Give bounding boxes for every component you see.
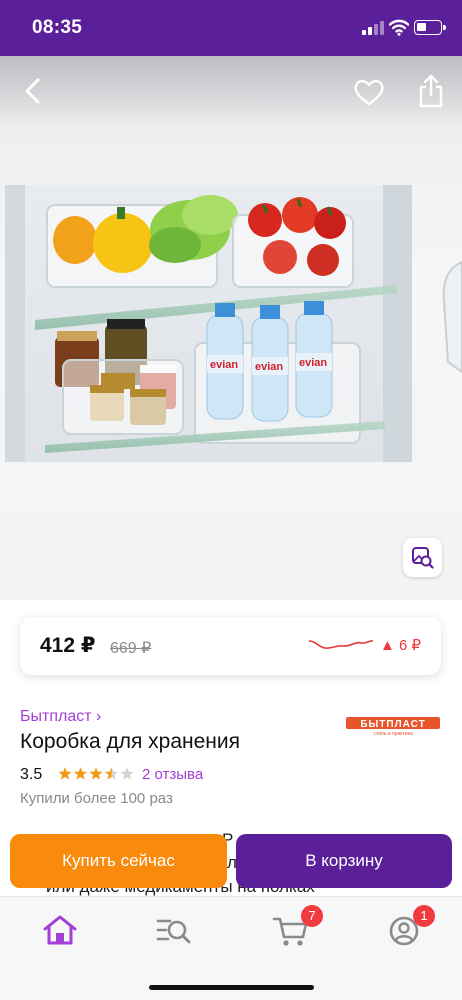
add-to-cart-button[interactable]: В корзину [236, 834, 452, 888]
rating-star [120, 767, 134, 780]
battery-icon [414, 20, 446, 35]
rating-star [73, 767, 88, 780]
favorite-button[interactable] [352, 76, 386, 108]
catalog-search-icon[interactable] [154, 911, 194, 951]
brand-logo[interactable]: БЫТПЛАСТ стиль и практика [346, 716, 440, 736]
product-title: Коробка для хранения [20, 730, 241, 753]
profile-badge: 1 [413, 905, 435, 927]
svg-text:evian: evian [299, 357, 327, 369]
rating-star [89, 767, 103, 780]
price-change: ▲ 6 ₽ [380, 637, 422, 654]
purchase-count: Купили более 100 раз [20, 790, 173, 807]
cart-badge: 7 [301, 905, 323, 927]
rating-star [104, 767, 119, 780]
back-button[interactable] [16, 74, 50, 108]
status-bar: 08:35 [0, 0, 462, 56]
current-price: 412 ₽ [40, 634, 96, 657]
gallery-top-overlay [0, 56, 462, 130]
svg-text:evian: evian [255, 361, 283, 373]
svg-text:БЫТПЛАСТ: БЫТПЛАСТ [360, 719, 425, 730]
status-time: 08:35 [32, 17, 83, 38]
svg-text:стиль и практика: стиль и практика [373, 731, 413, 736]
old-price: 669 ₽ [110, 640, 152, 657]
wifi-icon [389, 19, 409, 36]
similar-by-photo-button[interactable] [403, 538, 442, 577]
product-page: 08:35 evian evian evian 412 ₽ 669 ₽ ▲ 6 … [0, 0, 462, 1000]
rating-stars-icon [58, 767, 134, 780]
price-card[interactable]: 412 ₽ 669 ₽ ▲ 6 ₽ [20, 617, 441, 675]
svg-text:evian: evian [210, 359, 238, 371]
image-search-icon [412, 547, 434, 569]
home-indicator [149, 985, 314, 990]
share-button[interactable] [414, 72, 448, 110]
buy-now-button[interactable]: Купить сейчас [10, 834, 227, 888]
home-icon[interactable] [40, 911, 80, 951]
brand-link[interactable]: Бытпласт › [20, 708, 101, 726]
rating-value: 3.5 [20, 766, 43, 783]
reviews-link[interactable]: 2 отзыва [142, 766, 203, 783]
rating-star [58, 767, 72, 780]
product-gallery[interactable]: evian evian evian [0, 56, 462, 600]
cellular-signal-icon [362, 21, 384, 35]
price-trend-icon [308, 640, 374, 649]
next-photo-preview[interactable] [438, 252, 462, 382]
product-photo[interactable]: evian evian evian [5, 185, 412, 462]
